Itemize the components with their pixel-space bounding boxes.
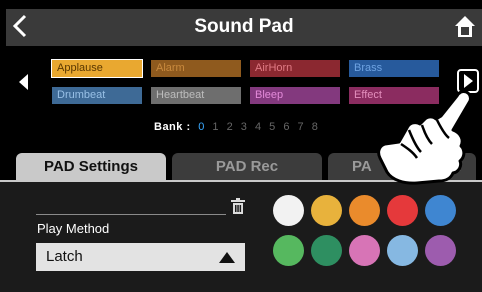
trash-icon[interactable] bbox=[231, 198, 245, 219]
home-icon[interactable] bbox=[454, 15, 476, 44]
pad-button[interactable]: AirHorn bbox=[250, 60, 340, 77]
bank-number[interactable]: 6 bbox=[283, 121, 290, 133]
color-swatch-light-green[interactable] bbox=[273, 235, 304, 266]
bank-number[interactable]: 3 bbox=[241, 121, 248, 133]
bank-number[interactable]: 7 bbox=[298, 121, 305, 133]
pad-button[interactable]: Heartbeat bbox=[151, 87, 241, 104]
triangle-left-icon[interactable] bbox=[19, 74, 29, 95]
bank-number[interactable]: 2 bbox=[227, 121, 234, 133]
bank-selector: Bank : 0 1 2 3 4 5 6 7 8 bbox=[154, 121, 318, 133]
bank-label: Bank : bbox=[154, 121, 191, 133]
play-method-select[interactable]: Latch bbox=[36, 243, 245, 271]
play-method-value: Latch bbox=[46, 248, 83, 265]
pad-button[interactable]: Drumbeat bbox=[52, 87, 142, 104]
app-header: Sound Pad bbox=[6, 9, 482, 46]
pad-button[interactable]: Applause bbox=[51, 59, 143, 78]
tab-pad-settings[interactable]: PAD Settings bbox=[16, 153, 166, 180]
pad-button[interactable]: Alarm bbox=[151, 60, 241, 77]
bank-number[interactable]: 0 bbox=[198, 121, 205, 133]
color-swatch-white[interactable] bbox=[273, 195, 304, 226]
color-swatch-pink[interactable] bbox=[349, 235, 380, 266]
triangle-up-icon bbox=[219, 252, 235, 263]
pad-button[interactable]: Brass bbox=[349, 60, 439, 77]
color-swatch-yellow[interactable] bbox=[311, 195, 342, 226]
play-method-label: Play Method bbox=[37, 221, 110, 236]
page-title: Sound Pad bbox=[194, 16, 294, 37]
color-swatch-orange[interactable] bbox=[349, 195, 380, 226]
color-swatch-blue[interactable] bbox=[425, 195, 456, 226]
pointing-hand-icon bbox=[377, 86, 475, 195]
bank-number[interactable]: 5 bbox=[269, 121, 276, 133]
pad-name-field[interactable] bbox=[36, 214, 226, 215]
color-swatch-light-blue[interactable] bbox=[387, 235, 418, 266]
color-swatch-red[interactable] bbox=[387, 195, 418, 226]
bank-number[interactable]: 4 bbox=[255, 121, 262, 133]
pad-button[interactable]: Bleep bbox=[250, 87, 340, 104]
color-swatch-dark-green[interactable] bbox=[311, 235, 342, 266]
bank-number[interactable]: 1 bbox=[212, 121, 219, 133]
tab-pad-rec[interactable]: PAD Rec bbox=[172, 153, 322, 180]
tab-label-start: PA bbox=[352, 158, 372, 175]
bank-number[interactable]: 8 bbox=[312, 121, 319, 133]
color-swatch-purple[interactable] bbox=[425, 235, 456, 266]
